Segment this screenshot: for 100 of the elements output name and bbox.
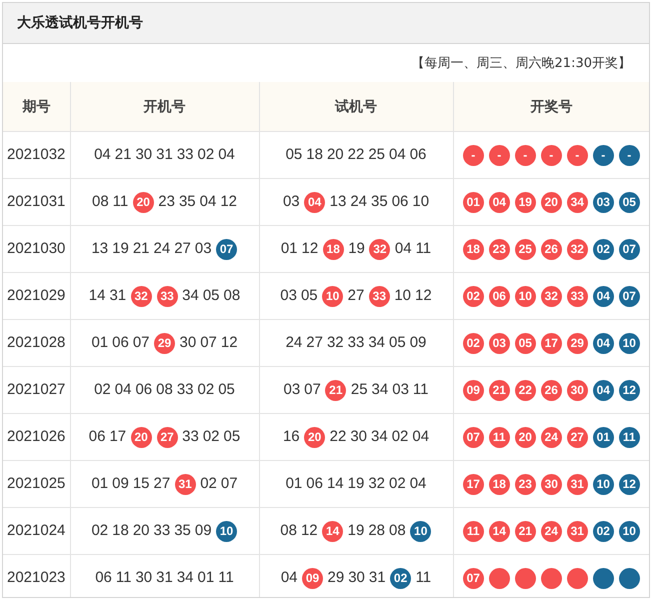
- number-ball: 05: [514, 332, 536, 354]
- number-ball: 02: [592, 238, 614, 260]
- number: 07: [304, 380, 321, 400]
- number-ball: 07: [462, 568, 484, 588]
- number-ball: 30: [566, 380, 588, 400]
- number: 33: [182, 427, 199, 447]
- number: 06: [306, 474, 323, 494]
- number-ball: 21: [325, 380, 346, 400]
- number: 03: [392, 380, 409, 400]
- number: 07: [200, 333, 217, 353]
- number: 19: [348, 474, 364, 494]
- number: 33: [176, 145, 194, 165]
- number-ball: -: [488, 144, 510, 166]
- number-ball: -: [540, 144, 562, 166]
- number-ball: 04: [488, 192, 510, 212]
- number-ball: 10: [618, 520, 640, 542]
- number: 34: [368, 333, 386, 353]
- number-ball: 10: [322, 286, 344, 306]
- number: 20: [132, 521, 150, 541]
- number: 06: [112, 333, 129, 353]
- number: 01: [280, 239, 298, 259]
- number: 03: [282, 192, 300, 212]
- number: 05: [224, 427, 240, 447]
- number: 15: [132, 474, 150, 494]
- number-ball: 17: [462, 474, 484, 494]
- number: 35: [174, 521, 191, 541]
- period-cell: 2021027: [3, 366, 70, 414]
- number: 12: [220, 192, 237, 212]
- number-ball: 14: [488, 520, 510, 542]
- number-ball: 04: [304, 192, 326, 212]
- number: 06: [410, 145, 426, 165]
- number: 08: [389, 521, 406, 541]
- number-ball: 14: [322, 520, 344, 542]
- number-ball: 02: [592, 520, 614, 542]
- number: 11: [116, 568, 132, 588]
- number-ball: 31: [566, 474, 588, 494]
- number: 02: [392, 427, 408, 447]
- number-ball: 01: [462, 192, 484, 212]
- number-ball: 20: [132, 192, 154, 212]
- number: 20: [326, 145, 344, 165]
- number: 31: [368, 568, 386, 588]
- number-ball: 04: [592, 380, 614, 400]
- number-ball: 31: [174, 474, 196, 494]
- number: 05: [300, 286, 318, 306]
- number: 12: [415, 286, 432, 306]
- number-ball: 01: [592, 426, 614, 448]
- number-ball: 10: [410, 520, 432, 542]
- number: 08: [224, 286, 240, 306]
- number: 02: [202, 427, 220, 447]
- number: 02: [389, 474, 406, 494]
- number-ball: 20: [514, 426, 536, 448]
- number: 05: [389, 333, 406, 353]
- number: 12: [220, 333, 238, 353]
- number: 25: [350, 380, 368, 400]
- number-ball: 31: [566, 520, 588, 542]
- number-ball: 02: [462, 286, 484, 306]
- number: 01: [91, 333, 108, 353]
- number: 23: [158, 192, 175, 212]
- number: 10: [394, 286, 412, 306]
- number: 27: [154, 474, 170, 494]
- number: 04: [394, 239, 412, 259]
- number-ball: 09: [462, 380, 484, 400]
- number: 27: [174, 239, 191, 259]
- number: 24: [350, 192, 367, 212]
- number: 02: [91, 521, 108, 541]
- period-cell: 2021026: [3, 414, 70, 460]
- number: 08: [92, 192, 109, 212]
- number: 11: [416, 568, 432, 588]
- number: 21: [132, 239, 150, 259]
- number: 04: [412, 427, 430, 447]
- number: 04: [94, 145, 111, 165]
- number: 05: [286, 145, 302, 165]
- number-ball: 04: [592, 286, 614, 306]
- number-ball: 21: [514, 520, 536, 542]
- number-ball: 09: [302, 568, 324, 588]
- number-ball: 07: [216, 238, 238, 260]
- number-ball: -: [566, 144, 588, 166]
- number-ball: 25: [514, 238, 536, 260]
- number-ball: 07: [462, 426, 484, 448]
- number: 07: [220, 474, 238, 494]
- number: 30: [180, 333, 196, 353]
- number: 09: [112, 474, 129, 494]
- number-ball: 20: [540, 192, 562, 212]
- number-ball: 10: [514, 286, 536, 306]
- column-header: 试机号: [259, 82, 453, 132]
- number: 17: [109, 427, 126, 447]
- number-ball: 07: [618, 286, 640, 306]
- number: 27: [348, 286, 364, 306]
- number-ball: 23: [514, 474, 536, 494]
- period-cell: 2021028: [3, 320, 70, 366]
- number: 32: [326, 333, 344, 353]
- number-ball: 27: [156, 426, 178, 448]
- number: 14: [326, 474, 344, 494]
- number-ball: 26: [540, 238, 562, 260]
- number: 31: [156, 145, 173, 165]
- number-ball: 29: [566, 332, 588, 354]
- number: 12: [302, 239, 318, 259]
- number: 04: [114, 380, 132, 400]
- panel-title: 大乐透试机号开机号: [17, 14, 143, 32]
- number-ball: 19: [514, 192, 536, 212]
